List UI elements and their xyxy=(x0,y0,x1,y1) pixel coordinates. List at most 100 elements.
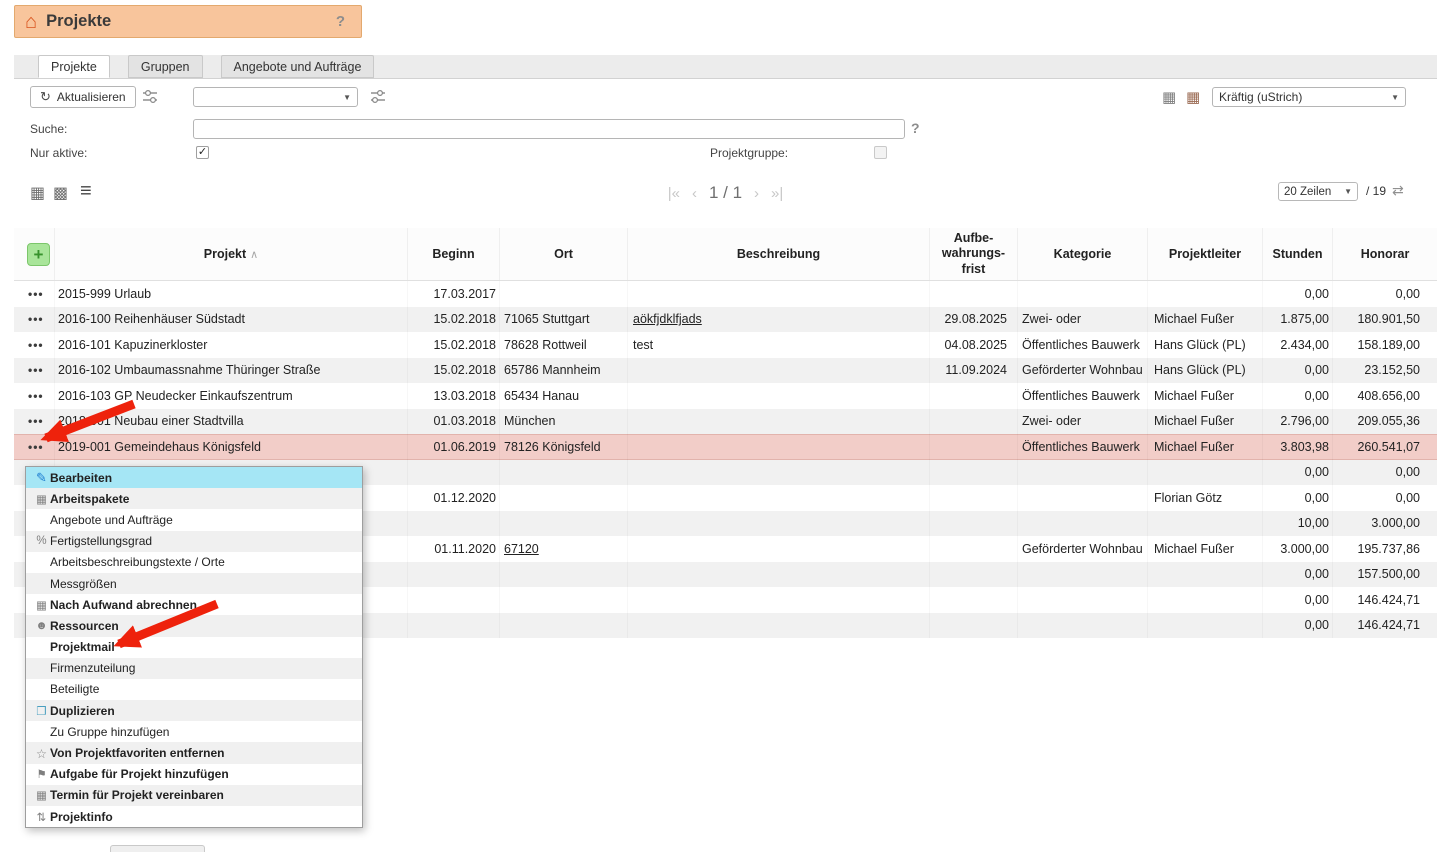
theme-value: Kräftig (uStrich) xyxy=(1219,90,1302,104)
menu-item-von-projektfavoriten-entfernen[interactable]: ☆ Von Projektfavoriten entfernen xyxy=(26,742,362,763)
cell-ort: 65434 Hanau xyxy=(500,383,628,409)
crossed-grid-icon[interactable]: ▩ xyxy=(53,183,68,203)
cell-ort: 78628 Rottweil xyxy=(500,332,628,358)
cell-stunden: 0,00 xyxy=(1263,281,1333,307)
cell-ort xyxy=(500,281,628,307)
cell-stunden: 3.803,98 xyxy=(1263,434,1333,460)
saved-filter-dropdown[interactable]: ▼ xyxy=(193,87,358,107)
row-menu-button[interactable]: ••• xyxy=(28,338,44,352)
column-header-projektleiter[interactable]: Projektleiter xyxy=(1148,228,1263,280)
search-help-icon[interactable]: ? xyxy=(911,120,920,136)
column-header-ort[interactable]: Ort xyxy=(500,228,628,280)
cell-ort: 71065 Stuttgart xyxy=(500,307,628,333)
column-header-kategorie[interactable]: Kategorie xyxy=(1018,228,1148,280)
cell-aufbewahrungsfrist xyxy=(930,587,1018,613)
menu-item-messgrößen[interactable]: Messgrößen xyxy=(26,573,362,594)
column-header-honorar[interactable]: Honorar xyxy=(1333,228,1437,280)
row-menu-button[interactable]: ••• xyxy=(28,414,44,428)
cell-ort[interactable]: 67120 xyxy=(500,536,628,562)
prev-page-icon[interactable]: ‹ xyxy=(692,185,697,202)
last-page-icon[interactable]: »| xyxy=(771,185,783,202)
cell-ort xyxy=(500,485,628,511)
table-row[interactable]: ••• 2016-102 Umbaumassnahme Thüringer St… xyxy=(14,358,1437,384)
menu-item-bearbeiten[interactable]: ✎ Bearbeiten xyxy=(26,467,362,488)
row-menu-cell: ••• xyxy=(14,409,55,435)
cell-beschreibung[interactable]: aökfjdklfjads xyxy=(628,307,930,333)
row-menu-button[interactable]: ••• xyxy=(28,312,44,326)
partial-popup xyxy=(110,845,205,852)
refresh-list-icon[interactable]: ⇄ xyxy=(1392,182,1404,199)
column-header-beschreibung[interactable]: Beschreibung xyxy=(628,228,930,280)
copy-icon: ❐ xyxy=(33,704,50,718)
add-project-button[interactable]: + xyxy=(27,243,50,266)
cell-projektleiter: Michael Fußer xyxy=(1148,307,1263,333)
menu-item-arbeitspakete[interactable]: ▦ Arbeitspakete xyxy=(26,488,362,509)
refresh-button[interactable]: ↻ Aktualisieren xyxy=(30,86,136,108)
cell-beginn: 13.03.2018 xyxy=(408,383,500,409)
cell-kategorie xyxy=(1018,281,1148,307)
project-group-checkbox[interactable] xyxy=(874,146,887,159)
cell-projektleiter: Hans Glück (PL) xyxy=(1148,332,1263,358)
row-menu-button[interactable]: ••• xyxy=(28,389,44,403)
help-icon[interactable]: ? xyxy=(336,13,345,30)
menu-item-fertigstellungsgrad[interactable]: % Fertigstellungsgrad xyxy=(26,531,362,552)
cell-beginn: 15.02.2018 xyxy=(408,358,500,384)
menu-item-angebote-und-aufträge[interactable]: Angebote und Aufträge xyxy=(26,509,362,530)
table-row[interactable]: ••• 2016-103 GP Neudecker Einkaufszentru… xyxy=(14,383,1437,409)
cell-projektleiter: Michael Fußer xyxy=(1148,536,1263,562)
rows-per-page-select[interactable]: 20 Zeilen ▼ xyxy=(1278,182,1358,201)
column-header-projekt[interactable]: Projekt ∧ xyxy=(55,228,408,280)
page-indicator: 1 / 1 xyxy=(709,183,742,203)
menu-item-nach-aufwand-abrechnen[interactable]: ▦ Nach Aufwand abrechnen xyxy=(26,594,362,615)
column-header-aufbewahrungsfrist[interactable]: Aufbe- wahrungs- frist xyxy=(930,228,1018,280)
menu-item-projektmail[interactable]: Projektmail xyxy=(26,637,362,658)
menu-item-beteiligte[interactable]: Beteiligte xyxy=(26,679,362,700)
cell-honorar: 146.424,71 xyxy=(1333,587,1437,613)
tab-gruppen[interactable]: Gruppen xyxy=(128,55,203,78)
table-icon[interactable]: ▦ xyxy=(1186,88,1200,106)
cell-beschreibung xyxy=(628,613,930,639)
menu-item-ressourcen[interactable]: ☻ Ressourcen xyxy=(26,615,362,636)
cell-aufbewahrungsfrist xyxy=(930,281,1018,307)
column-header-beginn[interactable]: Beginn xyxy=(408,228,500,280)
menu-item-aufgabe-für-projekt-hinzufügen[interactable]: ⚑ Aufgabe für Projekt hinzufügen xyxy=(26,764,362,785)
column-header-stunden[interactable]: Stunden xyxy=(1263,228,1333,280)
menu-item-zu-gruppe-hinzufügen[interactable]: Zu Gruppe hinzufügen xyxy=(26,721,362,742)
check-icon: ✓ xyxy=(198,147,207,158)
table-row[interactable]: ••• 2019-001 Gemeindehaus Königsfeld 01.… xyxy=(14,434,1437,460)
menu-item-duplizieren[interactable]: ❐ Duplizieren xyxy=(26,700,362,721)
menu-item-projektinfo[interactable]: ⇅ Projektinfo xyxy=(26,806,362,827)
row-menu-button[interactable]: ••• xyxy=(28,287,44,301)
menu-item-termin-für-projekt-vereinbaren[interactable]: ▦ Termin für Projekt vereinbaren xyxy=(26,785,362,806)
tab-angebote-und-aufträge[interactable]: Angebote und Aufträge xyxy=(221,55,375,78)
row-menu-button[interactable]: ••• xyxy=(28,363,44,377)
first-page-icon[interactable]: |« xyxy=(668,185,680,202)
cell-stunden: 0,00 xyxy=(1263,358,1333,384)
cell-projektleiter: Michael Fußer xyxy=(1148,434,1263,460)
menu-item-firmenzuteilung[interactable]: Firmenzuteilung xyxy=(26,658,362,679)
panel-icon[interactable]: ▦ xyxy=(1162,88,1176,106)
menu-item-arbeitsbeschreibungstexte-orte[interactable]: Arbeitsbeschreibungstexte / Orte xyxy=(26,552,362,573)
table-row[interactable]: ••• 2016-100 Reihenhäuser Südstadt 15.02… xyxy=(14,307,1437,333)
cell-beginn xyxy=(408,613,500,639)
search-input[interactable] xyxy=(193,119,905,139)
cell-projekt: 2019-001 Gemeindehaus Königsfeld xyxy=(55,434,408,460)
tab-projekte[interactable]: Projekte xyxy=(38,55,110,78)
next-page-icon[interactable]: › xyxy=(754,185,759,202)
cell-projektleiter xyxy=(1148,562,1263,588)
theme-dropdown[interactable]: Kräftig (uStrich) ▼ xyxy=(1212,87,1406,107)
row-context-menu: ✎ Bearbeiten ▦ Arbeitspakete Angebote un… xyxy=(25,466,363,828)
sort-asc-icon: ∧ xyxy=(250,248,258,261)
table-row[interactable]: ••• 2018-001 Neubau einer Stadtvilla 01.… xyxy=(14,409,1437,435)
sort-settings-icon[interactable] xyxy=(142,89,158,104)
calendar-grid-icon[interactable]: ▦ xyxy=(30,183,45,203)
only-active-checkbox[interactable]: ✓ xyxy=(196,146,209,159)
cell-ort xyxy=(500,562,628,588)
row-menu-cell: ••• xyxy=(14,434,55,460)
filter-settings-icon[interactable] xyxy=(370,89,386,104)
table-row[interactable]: ••• 2016-101 Kapuzinerkloster 15.02.2018… xyxy=(14,332,1437,358)
row-menu-button[interactable]: ••• xyxy=(28,440,44,454)
list-icon[interactable]: ≡ xyxy=(80,180,92,203)
table-row[interactable]: ••• 2015-999 Urlaub 17.03.2017 0,00 0,00 xyxy=(14,281,1437,307)
cell-stunden: 2.434,00 xyxy=(1263,332,1333,358)
